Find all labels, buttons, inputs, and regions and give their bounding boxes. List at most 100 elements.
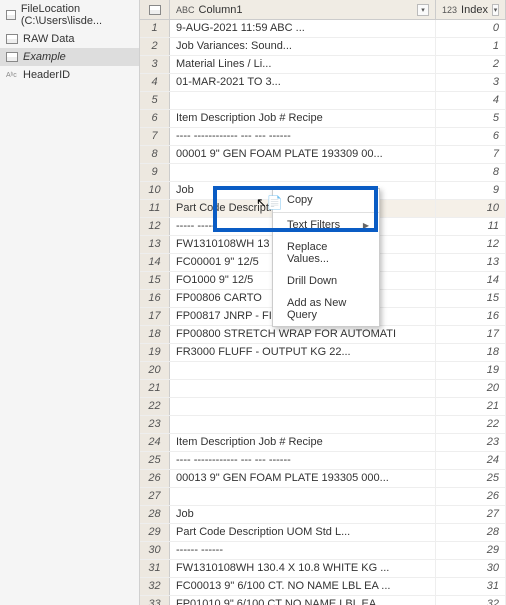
table-row[interactable]: 7---- ------------ --- --- ------6 — [140, 128, 506, 146]
table-row[interactable]: 54 — [140, 92, 506, 110]
cell-column1[interactable] — [170, 416, 436, 433]
table-row[interactable]: 6Item Description Job # Recipe5 — [140, 110, 506, 128]
row-number[interactable]: 25 — [140, 452, 170, 469]
row-number[interactable]: 22 — [140, 398, 170, 415]
cell-index[interactable]: 31 — [436, 578, 506, 595]
cell-column1[interactable]: ------ ------ — [170, 542, 436, 559]
cell-column1[interactable]: Item Description Job # Recipe — [170, 110, 436, 127]
cell-column1[interactable] — [170, 164, 436, 181]
row-number[interactable]: 15 — [140, 272, 170, 289]
row-number[interactable]: 16 — [140, 290, 170, 307]
cell-index[interactable]: 24 — [436, 452, 506, 469]
cell-index[interactable]: 0 — [436, 20, 506, 37]
row-number[interactable]: 21 — [140, 380, 170, 397]
cell-index[interactable]: 28 — [436, 524, 506, 541]
cell-column1[interactable] — [170, 398, 436, 415]
table-row[interactable]: 27 26 — [140, 488, 506, 506]
table-row[interactable]: 2019 — [140, 362, 506, 380]
cell-column1[interactable]: ---- ------------ --- --- ------ — [170, 128, 436, 145]
cell-column1[interactable] — [170, 92, 436, 109]
cell-column1[interactable] — [170, 380, 436, 397]
row-number[interactable]: 8 — [140, 146, 170, 163]
row-number[interactable]: 13 — [140, 236, 170, 253]
table-row[interactable]: 2322 — [140, 416, 506, 434]
cell-index[interactable]: 21 — [436, 398, 506, 415]
row-number[interactable]: 19 — [140, 344, 170, 361]
row-number[interactable]: 3 — [140, 56, 170, 73]
table-row[interactable]: 32 FC00013 9" 6/100 CT. NO NAME LBL EA .… — [140, 578, 506, 596]
cell-index[interactable]: 26 — [436, 488, 506, 505]
row-number[interactable]: 18 — [140, 326, 170, 343]
cell-column1[interactable] — [170, 362, 436, 379]
cell-index[interactable]: 6 — [436, 128, 506, 145]
row-number[interactable]: 28 — [140, 506, 170, 523]
table-row[interactable]: 28 Job27 — [140, 506, 506, 524]
context-menu-replace-values[interactable]: Replace Values... — [273, 236, 379, 270]
cell-index[interactable]: 7 — [436, 146, 506, 163]
row-number[interactable]: 33 — [140, 596, 170, 605]
row-number[interactable]: 10 — [140, 182, 170, 199]
row-number[interactable]: 9 — [140, 164, 170, 181]
cell-index[interactable]: 2 — [436, 56, 506, 73]
table-row[interactable]: 19 FR3000 FLUFF - OUTPUT KG 22...18 — [140, 344, 506, 362]
cell-column1[interactable]: Material Lines / Li... — [170, 56, 436, 73]
cell-index[interactable]: 4 — [436, 92, 506, 109]
cell-column1[interactable]: FC00013 9" 6/100 CT. NO NAME LBL EA ... — [170, 578, 436, 595]
cell-index[interactable]: 9 — [436, 182, 506, 199]
cell-index[interactable]: 11 — [436, 218, 506, 235]
column-header-index[interactable]: 123 Index ▾ — [436, 0, 506, 19]
cell-column1[interactable]: ---- ------------ --- --- ------ — [170, 452, 436, 469]
cell-column1[interactable]: 00001 9" GEN FOAM PLATE 193309 00... — [170, 146, 436, 163]
cell-index[interactable]: 25 — [436, 470, 506, 487]
table-row[interactable]: 3 Material Lines / Li...2 — [140, 56, 506, 74]
sidebar-item-rawdata[interactable]: RAW Data — [0, 30, 139, 48]
table-row[interactable]: 2 Job Variances: Sound...1 — [140, 38, 506, 56]
table-row[interactable]: 33 FP01010 9" 6/100 CT NO NAME LBL EA ..… — [140, 596, 506, 605]
context-menu-drill-down[interactable]: Drill Down — [273, 270, 379, 292]
sidebar-item-filelocation[interactable]: FileLocation (C:\Users\lisde... — [0, 0, 139, 30]
cell-column1[interactable]: 01-MAR-2021 TO 3... — [170, 74, 436, 91]
cell-index[interactable]: 27 — [436, 506, 506, 523]
row-number[interactable]: 5 — [140, 92, 170, 109]
filter-dropdown-icon[interactable]: ▾ — [417, 4, 429, 16]
row-number[interactable]: 1 — [140, 20, 170, 37]
context-menu-text-filters[interactable]: Text Filters ▶ — [273, 214, 379, 236]
cell-index[interactable]: 8 — [436, 164, 506, 181]
row-number[interactable]: 14 — [140, 254, 170, 271]
cell-column1[interactable]: 9-AUG-2021 11:59 ABC ... — [170, 20, 436, 37]
table-row[interactable]: 2120 — [140, 380, 506, 398]
table-row[interactable]: 25---- ------------ --- --- ------24 — [140, 452, 506, 470]
table-row[interactable]: 24Item Description Job # Recipe23 — [140, 434, 506, 452]
cell-index[interactable]: 1 — [436, 38, 506, 55]
row-number[interactable]: 27 — [140, 488, 170, 505]
cell-index[interactable]: 14 — [436, 272, 506, 289]
row-number[interactable]: 6 — [140, 110, 170, 127]
cell-column1[interactable]: FR3000 FLUFF - OUTPUT KG 22... — [170, 344, 436, 361]
table-row[interactable]: 4 01-MAR-2021 TO 3...3 — [140, 74, 506, 92]
cell-index[interactable]: 12 — [436, 236, 506, 253]
table-row[interactable]: 2600013 9" GEN FOAM PLATE 193305 000...2… — [140, 470, 506, 488]
cell-index[interactable]: 3 — [436, 74, 506, 91]
row-number[interactable]: 32 — [140, 578, 170, 595]
sidebar-item-headerid[interactable]: Aᵇc HeaderID — [0, 66, 139, 84]
sidebar-item-example[interactable]: Example — [0, 48, 139, 66]
table-row[interactable]: 800001 9" GEN FOAM PLATE 193309 00...7 — [140, 146, 506, 164]
context-menu-add-as-new-query[interactable]: Add as New Query — [273, 292, 379, 326]
cell-index[interactable]: 15 — [436, 290, 506, 307]
table-row[interactable]: 31 FW1310108WH 130.4 X 10.8 WHITE KG ...… — [140, 560, 506, 578]
cell-column1[interactable] — [170, 488, 436, 505]
cell-index[interactable]: 30 — [436, 560, 506, 577]
table-row[interactable]: 98 — [140, 164, 506, 182]
cell-index[interactable]: 17 — [436, 326, 506, 343]
cell-index[interactable]: 19 — [436, 362, 506, 379]
row-number[interactable]: 29 — [140, 524, 170, 541]
row-number[interactable]: 26 — [140, 470, 170, 487]
cell-column1[interactable]: Job — [170, 506, 436, 523]
cell-column1[interactable]: FW1310108WH 130.4 X 10.8 WHITE KG ... — [170, 560, 436, 577]
row-number[interactable]: 30 — [140, 542, 170, 559]
table-row[interactable]: 19-AUG-2021 11:59 ABC ...0 — [140, 20, 506, 38]
row-number[interactable]: 23 — [140, 416, 170, 433]
cell-index[interactable]: 18 — [436, 344, 506, 361]
filter-dropdown-icon[interactable]: ▾ — [492, 4, 499, 16]
column-header-column1[interactable]: ABC Column1 ▾ — [170, 0, 436, 19]
